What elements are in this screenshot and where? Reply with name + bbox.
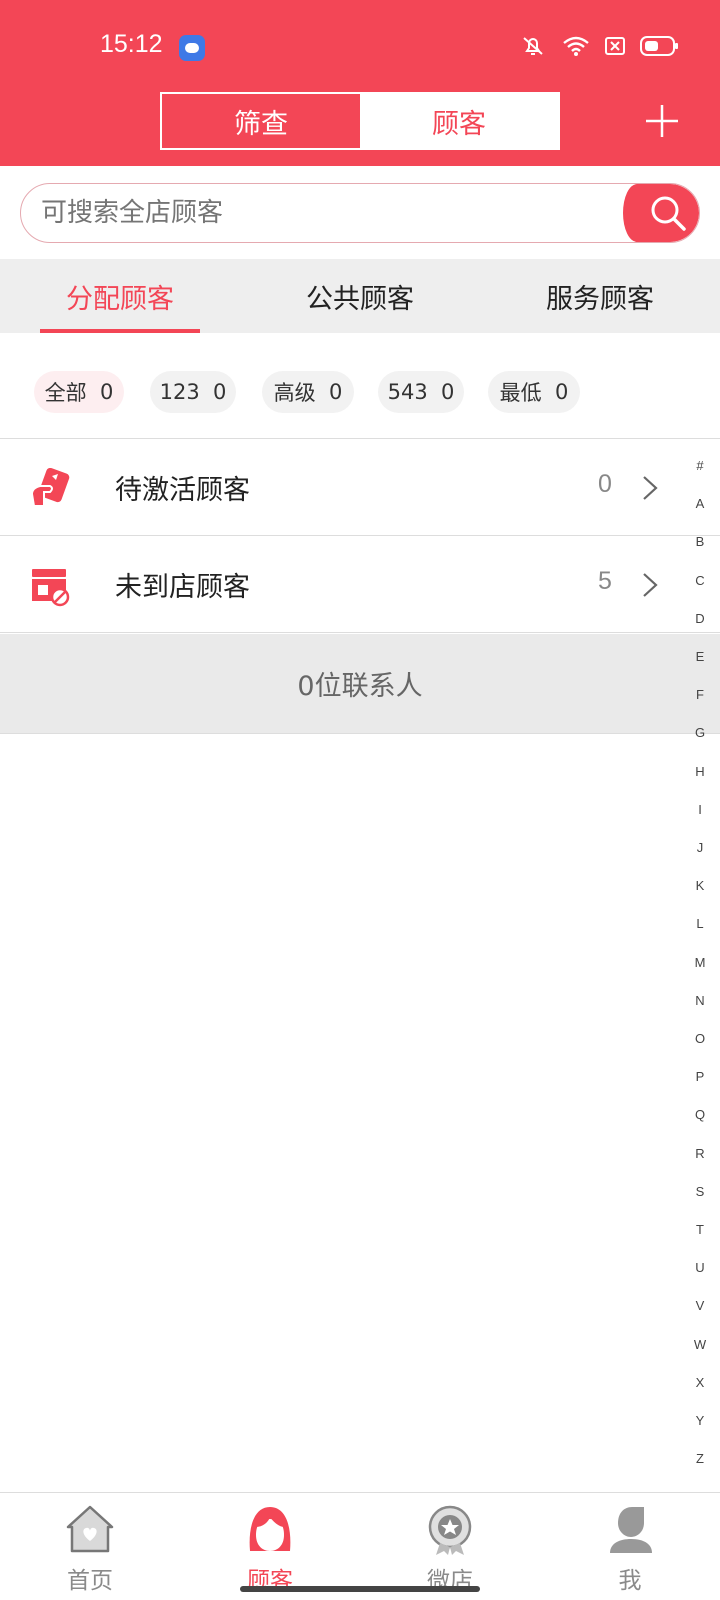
- alpha-index-letter[interactable]: H: [688, 764, 712, 779]
- tab-assigned[interactable]: 分配顾客: [40, 259, 200, 333]
- mute-bell-icon: [523, 37, 543, 55]
- search-icon: [651, 196, 686, 231]
- alpha-index-letter[interactable]: U: [688, 1260, 712, 1275]
- alpha-index-letter[interactable]: B: [688, 534, 712, 549]
- search-bar: [0, 166, 720, 256]
- no-sim-icon: [605, 37, 625, 55]
- alpha-index-letter[interactable]: J: [688, 840, 712, 855]
- nav-home[interactable]: 首页: [0, 1493, 180, 1600]
- alpha-index-letter[interactable]: M: [688, 955, 712, 970]
- alpha-index-letter[interactable]: V: [688, 1298, 712, 1313]
- list-item-count: 0: [598, 470, 612, 498]
- filter-chip-543[interactable]: 543 0: [378, 371, 464, 413]
- alpha-index-letter[interactable]: F: [688, 687, 712, 702]
- alpha-index-letter[interactable]: Y: [688, 1413, 712, 1428]
- status-time: 15:12: [100, 30, 163, 58]
- segment-screening[interactable]: 筛查: [162, 94, 360, 148]
- list-item-label: 待激活顾客: [115, 475, 250, 506]
- filter-chip-123[interactable]: 123 0: [150, 371, 236, 413]
- nav-me[interactable]: 我: [540, 1493, 720, 1600]
- alpha-index-letter[interactable]: C: [688, 573, 712, 588]
- alpha-index-letter[interactable]: W: [688, 1337, 712, 1352]
- filter-chip-all[interactable]: 全部 0: [34, 371, 124, 413]
- app-notification-icon: [179, 35, 205, 61]
- alpha-index-letter[interactable]: R: [688, 1146, 712, 1161]
- status-icons: [518, 34, 680, 58]
- chevron-right-icon: [643, 573, 658, 597]
- plus-icon[interactable]: [644, 103, 680, 139]
- alpha-index-letter[interactable]: P: [688, 1069, 712, 1084]
- shop-badge-icon: [428, 1505, 472, 1555]
- alpha-index-letter[interactable]: E: [688, 649, 712, 664]
- nav-microstore[interactable]: 微店: [360, 1493, 540, 1600]
- tab-public[interactable]: 公共顾客: [280, 259, 440, 333]
- chip-label: 543: [387, 380, 428, 404]
- alpha-index-letter[interactable]: N: [688, 993, 712, 1008]
- alpha-index-letter[interactable]: G: [688, 725, 712, 740]
- alpha-index-letter[interactable]: X: [688, 1375, 712, 1390]
- profile-icon: [610, 1507, 652, 1553]
- chip-label: 最低: [499, 381, 542, 405]
- customer-icon: [249, 1507, 291, 1551]
- list-item-not-visited[interactable]: 未到店顾客 5: [0, 537, 720, 633]
- alpha-index-letter[interactable]: L: [688, 916, 712, 931]
- chip-label: 123: [159, 380, 200, 404]
- alpha-index-letter[interactable]: Z: [688, 1451, 712, 1466]
- home-icon: [66, 1505, 114, 1553]
- alpha-index-letter[interactable]: I: [688, 802, 712, 817]
- list-item-pending-activation[interactable]: 待激活顾客 0: [0, 440, 720, 536]
- filter-chip-lowest[interactable]: 最低 0: [488, 371, 580, 413]
- alpha-index-letter[interactable]: D: [688, 611, 712, 626]
- chip-count: 0: [441, 380, 455, 404]
- filter-chip-advanced[interactable]: 高级 0: [262, 371, 354, 413]
- activate-icon: [30, 468, 70, 507]
- alpha-index-letter[interactable]: T: [688, 1222, 712, 1237]
- bottom-nav: 首页 顾客 微店 我: [0, 1492, 720, 1600]
- search-input[interactable]: [21, 184, 641, 242]
- list-item-count: 5: [598, 567, 612, 595]
- chip-count: 0: [329, 380, 343, 404]
- header: 15:12 筛查 顾客: [0, 0, 720, 166]
- chevron-right-icon: [643, 476, 658, 500]
- segment-customers[interactable]: 顾客: [360, 94, 558, 148]
- chip-count: 0: [100, 380, 114, 404]
- segment-control: 筛查 顾客: [160, 92, 560, 150]
- wifi-icon: [563, 36, 589, 56]
- chip-label: 全部: [44, 381, 87, 405]
- list-item-label: 未到店顾客: [115, 572, 250, 603]
- alpha-index-letter[interactable]: #: [688, 458, 712, 473]
- alpha-index-letter[interactable]: A: [688, 496, 712, 511]
- tab-service[interactable]: 服务顾客: [520, 259, 680, 333]
- contacts-summary: 0位联系人: [0, 634, 720, 734]
- alpha-index-letter[interactable]: S: [688, 1184, 712, 1199]
- chip-count: 0: [555, 380, 569, 404]
- home-indicator: [240, 1586, 480, 1592]
- alpha-index-letter[interactable]: O: [688, 1031, 712, 1046]
- alpha-index-letter[interactable]: Q: [688, 1107, 712, 1122]
- alpha-index-letter[interactable]: K: [688, 878, 712, 893]
- customer-tabs: 分配顾客 公共顾客 服务顾客: [0, 259, 720, 333]
- nav-customers[interactable]: 顾客: [180, 1493, 360, 1600]
- search-button[interactable]: [623, 184, 699, 242]
- chip-label: 高级: [273, 381, 316, 405]
- nav-label: 我: [618, 1568, 642, 1594]
- nav-label: 首页: [67, 1568, 113, 1594]
- search-box: [20, 183, 700, 243]
- battery-icon: [640, 36, 678, 56]
- chip-count: 0: [213, 380, 227, 404]
- store-icon: [32, 569, 70, 607]
- filter-chips: 全部 0 123 0 高级 0 543 0 最低 0: [0, 333, 720, 439]
